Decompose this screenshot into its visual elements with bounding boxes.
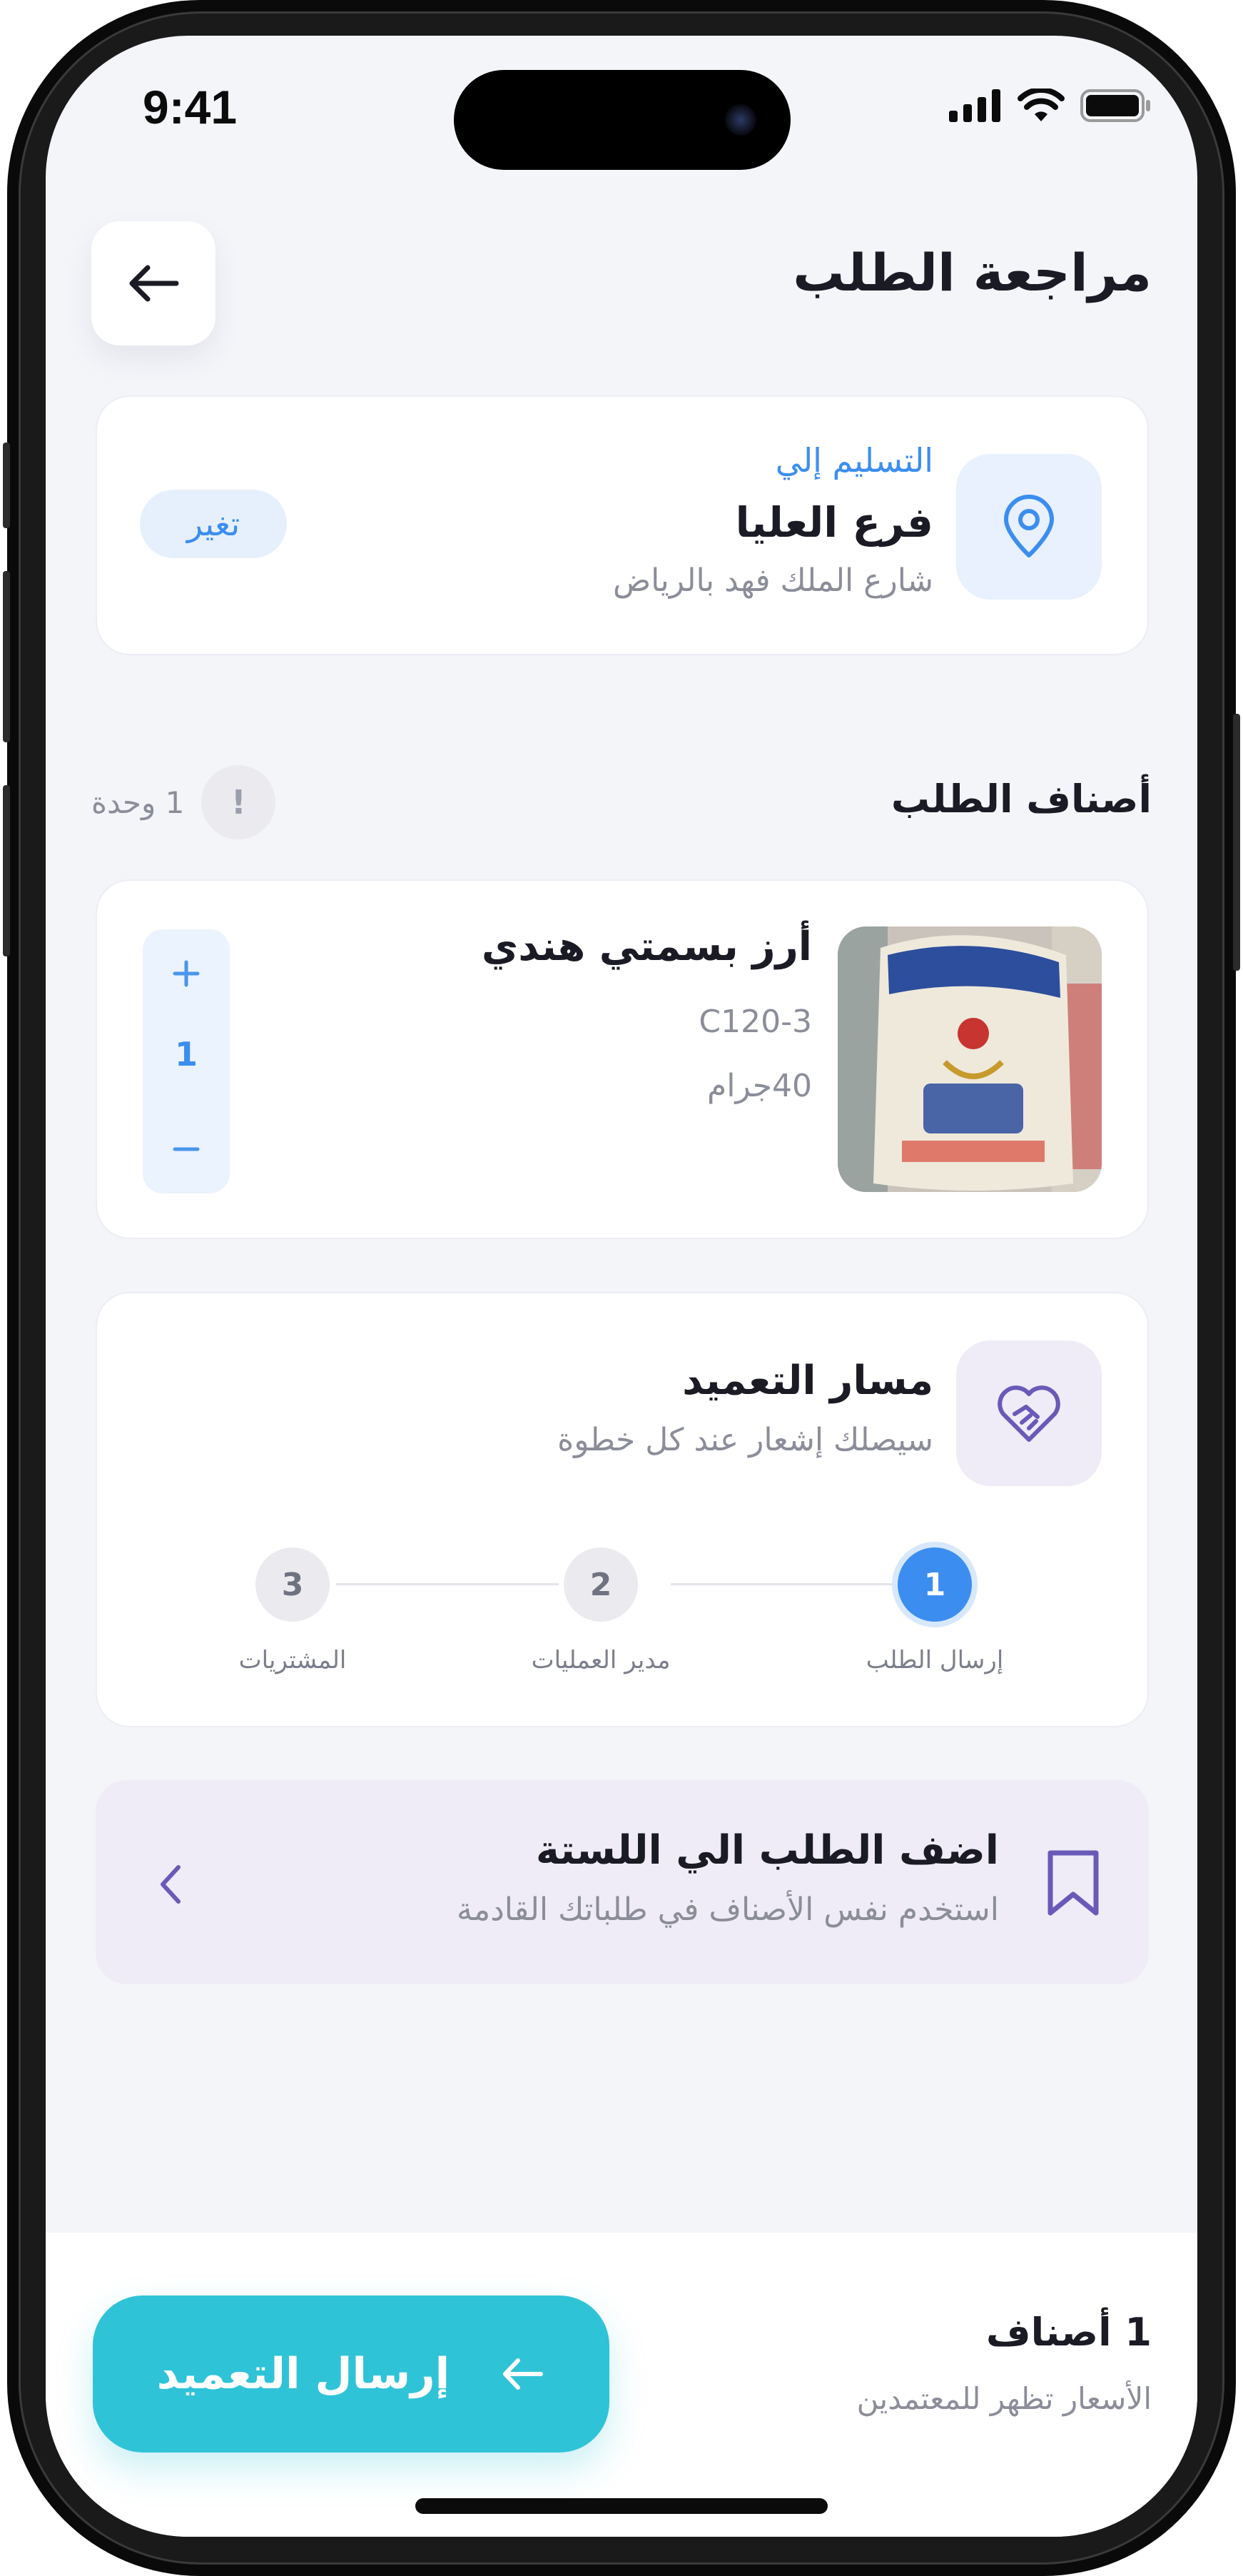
page-title: مراجعة الطلب [793, 243, 1152, 303]
battery-icon [1080, 89, 1150, 122]
rice-sack-icon [838, 926, 1102, 1192]
camera-icon [725, 104, 756, 136]
product-name: أرز بسمتي هندي [481, 924, 812, 970]
side-button [3, 443, 10, 528]
product-image [838, 926, 1102, 1192]
dynamic-island [454, 70, 791, 170]
increment-button[interactable] [143, 938, 230, 1009]
back-button[interactable] [91, 221, 215, 345]
wifi-icon [1018, 89, 1065, 121]
bottom-bar: 1 أصناف الأسعار تظهر للمعتمدين إرسال الت… [46, 2233, 1197, 2537]
step-1-label: إرسال الطلب [866, 1646, 1004, 1675]
delivery-card: التسليم إلي فرع العليا شارع الملك فهد با… [96, 395, 1149, 655]
approval-card: مسار التعميد سيصلك إشعار عند كل خطوة 1 2… [96, 1292, 1149, 1727]
arrow-left-icon [129, 265, 179, 302]
submit-approval-button[interactable]: إرسال التعميد [93, 2295, 609, 2453]
location-pin-icon [1004, 495, 1054, 557]
items-section-title: أصناف الطلب [891, 777, 1152, 822]
step-1-circle: 1 [898, 1547, 972, 1622]
submit-label: إرسال التعميد [156, 2349, 450, 2399]
decrement-button[interactable] [143, 1113, 230, 1185]
items-count: 1 أصناف [985, 2310, 1152, 2355]
change-button[interactable]: تغير [140, 490, 287, 558]
units-count: 1 وحدة ! [91, 765, 276, 839]
quantity-value: 1 [174, 1035, 198, 1074]
handshake-heart-icon [998, 1385, 1060, 1442]
signal-icon [949, 89, 1000, 122]
step-1-number: 1 [923, 1566, 946, 1603]
info-glyph: ! [230, 783, 246, 822]
approval-title: مسار التعميد [682, 1358, 933, 1404]
add-to-list-banner[interactable]: اضف الطلب الي اللستة استخدم نفس الأصناف … [96, 1780, 1149, 1984]
branch-address: شارع الملك فهد بالرياض [612, 562, 933, 599]
step-connector [671, 1583, 893, 1585]
step-3-label: المشتريات [238, 1646, 347, 1675]
arrow-left-icon [503, 2358, 544, 2390]
branch-name: فرع العليا [735, 498, 933, 547]
home-indicator[interactable] [415, 2498, 828, 2514]
add-to-list-subtitle: استخدم نفس الأصناف في طلباتك القادمة [457, 1891, 999, 1928]
product-code: C120-3 [699, 1004, 812, 1040]
app-screen: 9:41 مراجعة الطلب التسليم إلي فرع العليا… [46, 36, 1197, 2537]
add-to-list-title: اضف الطلب الي اللستة [535, 1827, 999, 1874]
approval-icon-box [956, 1340, 1102, 1486]
step-connector [336, 1583, 559, 1585]
side-button [3, 785, 10, 956]
plus-icon [173, 960, 200, 987]
product-weight: 40جرام [707, 1068, 812, 1104]
product-card: أرز بسمتي هندي C120-3 40جرام 1 [96, 879, 1149, 1239]
side-button [1233, 714, 1240, 971]
step-2-circle: 2 [564, 1547, 638, 1622]
delivery-label: التسليم إلي [775, 441, 933, 480]
step-3-circle: 3 [255, 1547, 330, 1622]
minus-icon [173, 1147, 200, 1151]
step-3-number: 3 [281, 1566, 304, 1603]
location-icon-box [956, 454, 1102, 600]
price-note: الأسعار تظهر للمعتمدين [856, 2381, 1152, 2416]
status-time: 9:41 [143, 81, 238, 133]
bookmark-icon [1047, 1850, 1099, 1916]
step-2-label: مدير العمليات [531, 1646, 671, 1675]
info-icon[interactable]: ! [201, 765, 276, 839]
units-label: 1 وحدة [91, 784, 185, 820]
quantity-stepper: 1 [143, 929, 230, 1193]
approval-subtitle: سيصلك إشعار عند كل خطوة [557, 1422, 933, 1458]
status-icons [949, 89, 1152, 123]
side-button [3, 571, 10, 742]
chevron-left-icon [161, 1865, 181, 1904]
step-2-number: 2 [589, 1566, 612, 1603]
